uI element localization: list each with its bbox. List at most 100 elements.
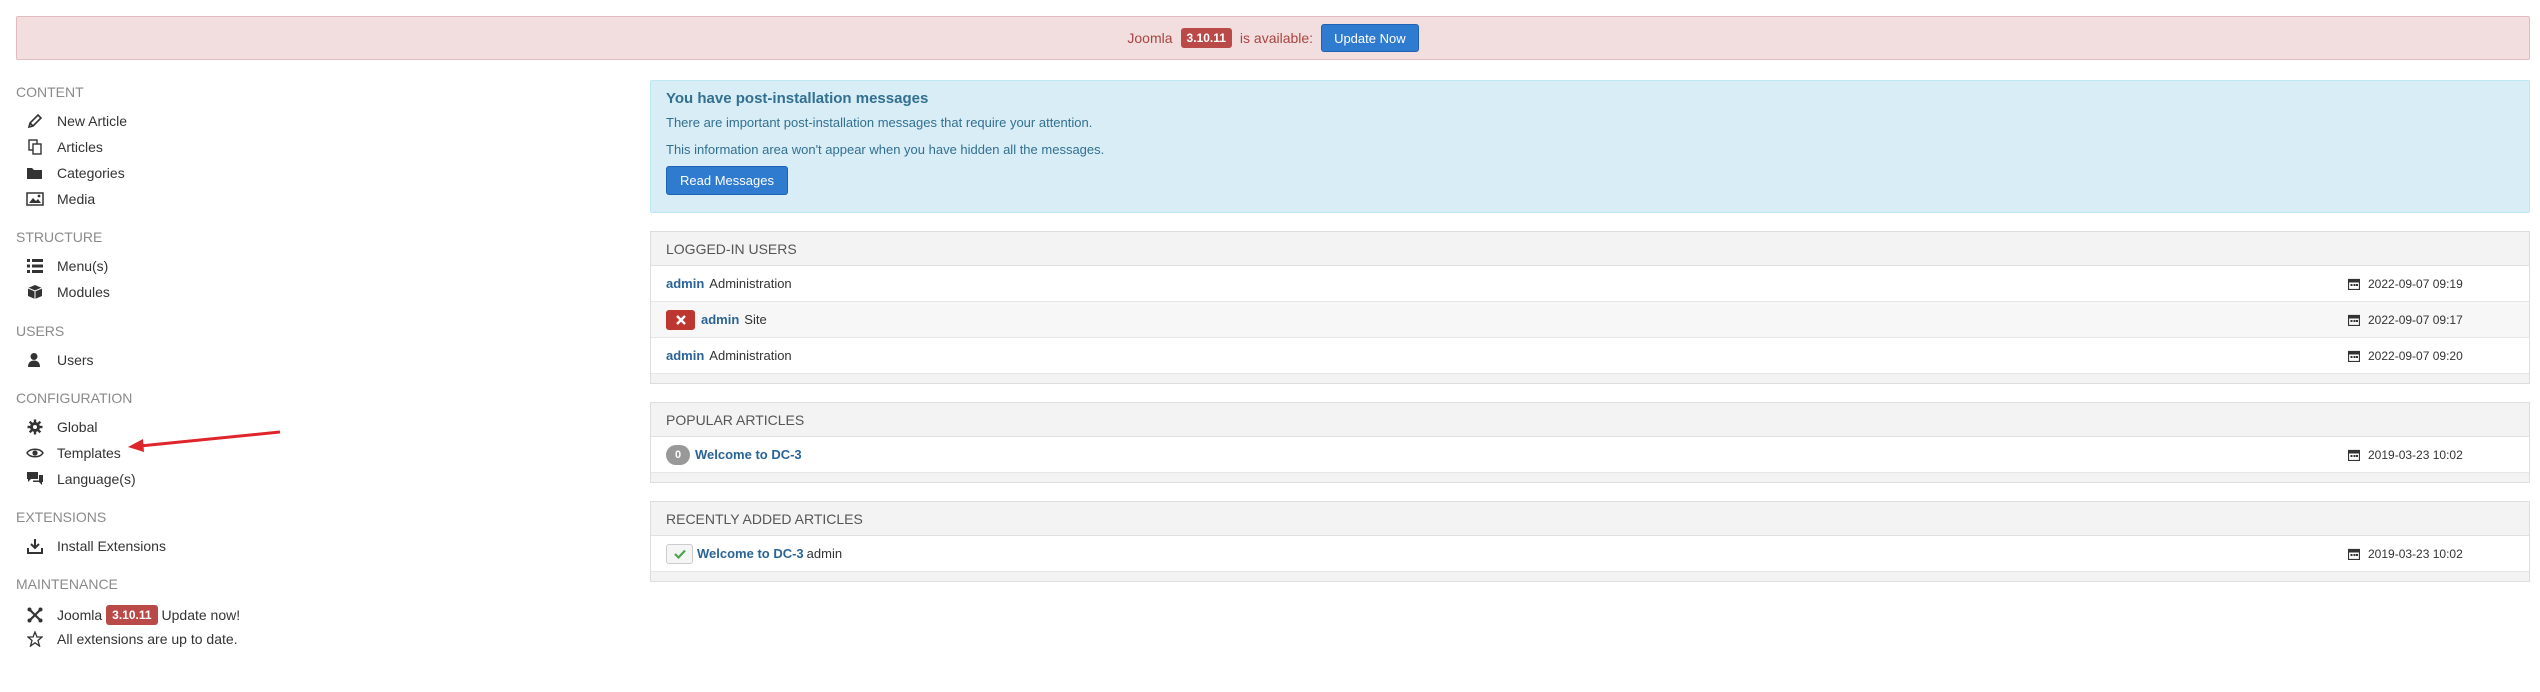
sidebar-item-new-article[interactable]: New Article xyxy=(24,113,127,129)
table-row: admin Administration 2022-09-07 09:20 xyxy=(651,338,2529,374)
sidebar-item-templates[interactable]: Templates xyxy=(24,445,121,461)
calendar-icon xyxy=(2348,350,2360,362)
client-label: Administration xyxy=(709,276,792,291)
user-link[interactable]: admin xyxy=(666,276,704,291)
sidebar-item-label: All extensions are up to date. xyxy=(57,631,238,647)
update-now-button[interactable]: Update Now xyxy=(1321,24,1419,52)
panel-footer xyxy=(651,572,2529,581)
gear-icon xyxy=(24,419,46,435)
section-heading-extensions: EXTENSIONS xyxy=(16,509,107,525)
sidebar-item-label: Language(s) xyxy=(57,471,136,487)
hits-badge: 0 xyxy=(666,444,690,465)
sidebar-item-label: Articles xyxy=(57,139,103,155)
client-label: Site xyxy=(744,312,767,327)
comments-icon xyxy=(24,471,46,487)
check-icon xyxy=(673,549,686,559)
user-link[interactable]: admin xyxy=(666,348,704,363)
panel-heading: POPULAR ARTICLES xyxy=(651,403,2529,437)
sidebar-item-label: Modules xyxy=(57,284,110,300)
section-heading-content: CONTENT xyxy=(16,84,84,100)
sidebar-item-label: Media xyxy=(57,191,96,207)
sidebar-item-label: Install Extensions xyxy=(57,538,166,554)
close-icon xyxy=(675,314,686,325)
pencil-icon xyxy=(24,113,46,129)
date-value: 2019-03-23 10:02 xyxy=(2368,447,2463,462)
logout-user-button[interactable] xyxy=(666,309,695,330)
sidebar-item-languages[interactable]: Language(s) xyxy=(24,471,136,487)
calendar-icon xyxy=(2348,278,2360,290)
sidebar-item-users[interactable]: Users xyxy=(24,352,94,368)
section-heading-structure: STRUCTURE xyxy=(16,229,103,245)
article-link[interactable]: Welcome to DC-3 xyxy=(695,447,802,462)
cube-icon xyxy=(24,284,46,300)
sidebar-item-menus[interactable]: Menu(s) xyxy=(24,258,108,274)
row-date: 2019-03-23 10:02 xyxy=(2348,448,2463,462)
download-icon xyxy=(24,538,46,554)
panel-heading: LOGGED-IN USERS xyxy=(651,232,2529,266)
row-date: 2019-03-23 10:02 xyxy=(2348,547,2463,561)
banner-suffix: is available: xyxy=(1239,30,1314,46)
sidebar-item-label: Templates xyxy=(57,445,121,461)
table-row: admin Administration 2022-09-07 09:19 xyxy=(651,266,2529,302)
recently-added-articles-panel: RECENTLY ADDED ARTICLES Welcome to DC-3 … xyxy=(650,501,2530,582)
sidebar-item-categories[interactable]: Categories xyxy=(24,165,125,181)
read-messages-button[interactable]: Read Messages xyxy=(666,166,788,195)
calendar-icon xyxy=(2348,314,2360,326)
user-link[interactable]: admin xyxy=(701,312,739,327)
date-value: 2022-09-07 09:19 xyxy=(2368,276,2463,291)
joomla-update-suffix: Update now! xyxy=(161,607,241,623)
client-label: Administration xyxy=(709,348,792,363)
update-available-banner: Joomla 3.10.11 is available: Update Now xyxy=(16,16,2530,60)
sidebar-item-label: Users xyxy=(57,352,94,368)
calendar-icon xyxy=(2348,449,2360,461)
post-installation-message: There are important post-installation me… xyxy=(666,115,1093,130)
sidebar: CONTENT New Article Articles Categories … xyxy=(16,80,316,680)
sidebar-item-label: Global xyxy=(57,419,98,435)
section-heading-configuration: CONFIGURATION xyxy=(16,390,133,406)
post-installation-alert: You have post-installation messages Ther… xyxy=(650,80,2530,213)
annotation-arrow xyxy=(128,430,281,452)
article-link[interactable]: Welcome to DC-3 xyxy=(697,546,804,561)
panel-footer xyxy=(651,374,2529,383)
copy-icon xyxy=(24,139,46,155)
folder-icon xyxy=(24,166,46,180)
post-installation-title: You have post-installation messages xyxy=(666,90,929,107)
sidebar-item-extensions-status[interactable]: All extensions are up to date. xyxy=(24,631,238,647)
calendar-icon xyxy=(2348,548,2360,560)
logged-in-users-panel: LOGGED-IN USERS admin Administration 202… xyxy=(650,231,2530,384)
section-heading-maintenance: MAINTENANCE xyxy=(16,576,118,592)
version-badge: 3.10.11 xyxy=(1180,28,1232,48)
banner-prefix: Joomla xyxy=(1127,30,1173,46)
star-icon xyxy=(24,631,46,647)
sidebar-item-joomla-update[interactable]: Joomla 3.10.11 Update now! xyxy=(24,605,240,625)
sidebar-item-media[interactable]: Media xyxy=(24,191,95,207)
table-row: Welcome to DC-3 admin 2019-03-23 10:02 xyxy=(651,536,2529,572)
published-toggle[interactable] xyxy=(666,543,693,564)
table-row: 0 Welcome to DC-3 2019-03-23 10:02 xyxy=(651,437,2529,473)
author-label: admin xyxy=(806,546,843,561)
sidebar-item-label: New Article xyxy=(57,113,128,129)
panel-footer xyxy=(651,473,2529,482)
popular-articles-panel: POPULAR ARTICLES 0 Welcome to DC-3 2019-… xyxy=(650,402,2530,483)
post-installation-note: This information area won't appear when … xyxy=(666,142,1105,157)
row-date: 2022-09-07 09:17 xyxy=(2348,313,2463,327)
eye-icon xyxy=(24,447,46,459)
date-value: 2022-09-07 09:20 xyxy=(2368,348,2463,363)
date-value: 2019-03-23 10:02 xyxy=(2368,546,2463,561)
user-icon xyxy=(24,352,46,368)
table-row: admin Site 2022-09-07 09:17 xyxy=(651,302,2529,338)
sidebar-item-articles[interactable]: Articles xyxy=(24,139,103,155)
section-heading-users: USERS xyxy=(16,323,65,339)
sidebar-item-label: Categories xyxy=(57,165,125,181)
row-date: 2022-09-07 09:19 xyxy=(2348,277,2463,291)
image-icon xyxy=(24,192,46,206)
date-value: 2022-09-07 09:17 xyxy=(2368,312,2463,327)
joomla-icon xyxy=(24,607,46,623)
panel-heading: RECENTLY ADDED ARTICLES xyxy=(651,502,2529,536)
list-icon xyxy=(24,258,46,274)
sidebar-item-global[interactable]: Global xyxy=(24,419,97,435)
sidebar-item-label: Menu(s) xyxy=(57,258,109,274)
version-badge: 3.10.11 xyxy=(106,605,158,625)
sidebar-item-install-extensions[interactable]: Install Extensions xyxy=(24,538,166,554)
sidebar-item-modules[interactable]: Modules xyxy=(24,284,110,300)
